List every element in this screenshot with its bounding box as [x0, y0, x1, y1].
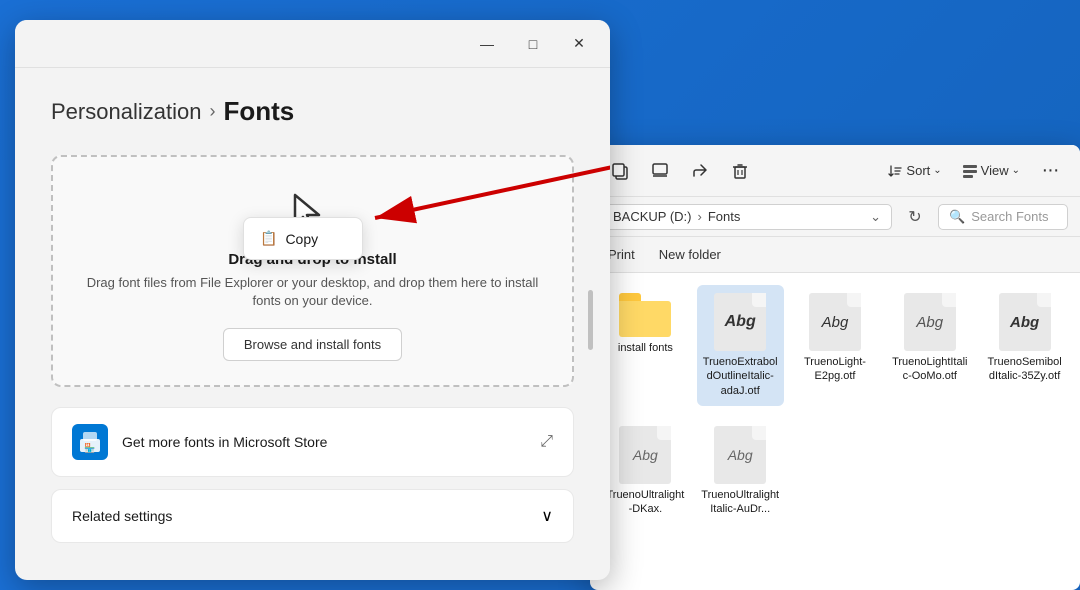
address-sep: ›	[698, 209, 702, 224]
font-icon: Abg	[904, 293, 956, 351]
search-box[interactable]: 🔍 Search Fonts	[938, 204, 1068, 230]
list-item[interactable]: Abg TruenoExtraboldOutlineItalic-adaJ.ot…	[697, 285, 784, 406]
settings-window: — □ ✕ Personalization › Fonts Drag and d…	[15, 20, 610, 580]
related-label: Related settings	[72, 508, 172, 524]
titlebar: — □ ✕	[15, 20, 610, 68]
list-item[interactable]: install fonts	[602, 285, 689, 406]
file-grid-row2: Abg TruenoUltralight-DKax. Abg TruenoUlt…	[590, 418, 1080, 525]
breadcrumb-current: Fonts	[223, 96, 294, 127]
explorer-addressbar: BACKUP (D:) › Fonts ⌄ ↻ 🔍 Search Fonts	[590, 197, 1080, 237]
file-name: TruenoUltralightItalic-AuDr...	[701, 488, 780, 517]
font-icon: Abg	[714, 426, 766, 484]
explorer-toolbar: Sort ⌄ View ⌄ ···	[590, 145, 1080, 197]
file-name: TruenoUltralight-DKax.	[606, 488, 685, 517]
settings-scrollbar[interactable]	[588, 290, 593, 350]
delete-toolbar-button[interactable]	[722, 153, 758, 189]
search-icon: 🔍	[949, 209, 965, 225]
breadcrumb-separator: ›	[209, 101, 215, 122]
sort-button[interactable]: Sort ⌄	[879, 159, 949, 183]
copy-menu-item[interactable]: 📋 Copy	[244, 222, 362, 255]
list-item[interactable]: Abg TruenoSemiboldItalic-35Zy.otf	[981, 285, 1068, 406]
list-item[interactable]: Abg TruenoLightItalic-OoMo.otf	[886, 285, 973, 406]
svg-text:🏪: 🏪	[84, 442, 95, 453]
settings-content: Personalization › Fonts Drag and drop to…	[15, 68, 610, 571]
view-label: View	[981, 163, 1009, 178]
drop-zone[interactable]: Drag and drop to install Drag font files…	[51, 155, 574, 387]
list-item[interactable]: Abg TruenoUltralight-DKax.	[602, 418, 689, 525]
more-options-button[interactable]: ···	[1032, 153, 1068, 189]
chevron-down-icon: ∨	[541, 506, 553, 526]
font-icon: Abg	[809, 293, 861, 351]
titlebar-buttons: — □ ✕	[464, 28, 602, 60]
address-drive: BACKUP (D:)	[613, 209, 692, 224]
address-chevron-icon[interactable]: ⌄	[870, 209, 881, 225]
view-button[interactable]: View ⌄	[954, 159, 1028, 183]
address-folder: Fonts	[708, 209, 741, 224]
external-link-icon: ⤢	[540, 433, 553, 451]
browse-button[interactable]: Browse and install fonts	[223, 328, 402, 361]
close-button[interactable]: ✕	[556, 28, 602, 60]
store-label: Get more fonts in Microsoft Store	[122, 434, 526, 450]
explorer-subbar: Print New folder	[590, 237, 1080, 273]
font-icon: Abg	[714, 293, 766, 351]
minimize-button[interactable]: —	[464, 28, 510, 60]
search-placeholder: Search Fonts	[971, 209, 1048, 224]
refresh-button[interactable]: ↻	[900, 202, 930, 232]
breadcrumb: Personalization › Fonts	[51, 96, 574, 127]
rename-toolbar-button[interactable]	[642, 153, 678, 189]
view-chevron-icon: ⌄	[1012, 165, 1020, 176]
font-icon: Abg	[619, 426, 671, 484]
maximize-button[interactable]: □	[510, 28, 556, 60]
explorer-window: Sort ⌄ View ⌄ ··· BACKUP (D:) › Fonts ⌄ …	[590, 145, 1080, 590]
file-grid-row1: install fonts Abg TruenoExtraboldOutline…	[590, 273, 1080, 418]
file-name: TruenoLight-E2pg.otf	[796, 355, 875, 384]
file-name: TruenoExtraboldOutlineItalic-adaJ.otf	[701, 355, 780, 398]
context-menu: 📋 Copy	[243, 217, 363, 260]
file-name: TruenoLightItalic-OoMo.otf	[890, 355, 969, 384]
drop-subtitle: Drag font files from File Explorer or yo…	[73, 274, 552, 310]
copy-icon: 📋	[260, 230, 277, 247]
share-toolbar-button[interactable]	[682, 153, 718, 189]
file-name: TruenoSemiboldItalic-35Zy.otf	[985, 355, 1064, 384]
store-link[interactable]: 🏪 Get more fonts in Microsoft Store ⤢	[51, 407, 574, 477]
sort-chevron-icon: ⌄	[933, 165, 941, 176]
store-icon: 🏪	[72, 424, 108, 460]
font-icon: Abg	[999, 293, 1051, 351]
sort-label: Sort	[906, 163, 930, 178]
address-path[interactable]: BACKUP (D:) › Fonts ⌄	[602, 204, 892, 230]
folder-icon	[619, 293, 671, 337]
file-name: install fonts	[618, 341, 673, 355]
new-folder-button[interactable]: New folder	[653, 243, 727, 266]
breadcrumb-parent[interactable]: Personalization	[51, 99, 201, 125]
copy-label: Copy	[285, 231, 318, 247]
list-item[interactable]: Abg TruenoUltralightItalic-AuDr...	[697, 418, 784, 525]
related-settings[interactable]: Related settings ∨	[51, 489, 574, 543]
list-item[interactable]: Abg TruenoLight-E2pg.otf	[792, 285, 879, 406]
